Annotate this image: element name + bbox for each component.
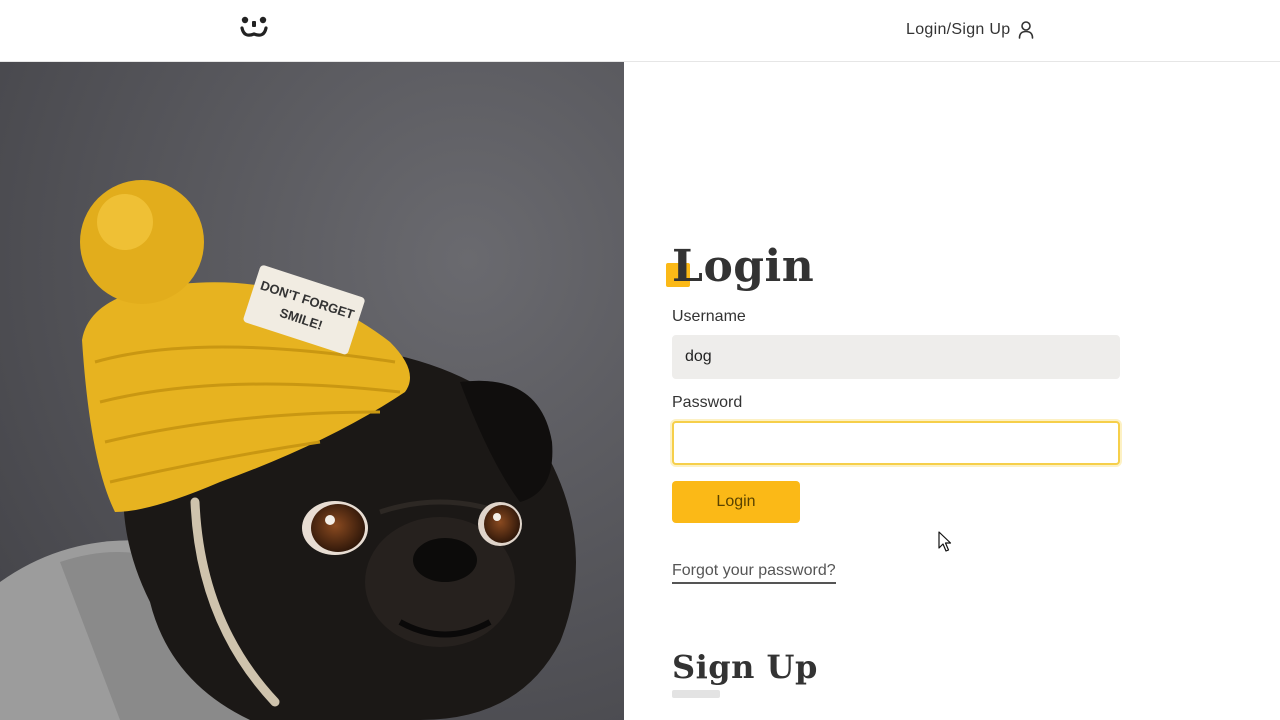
pug-wearing-yellow-beanie-photo: DON'T FORGET SMILE!: [0, 62, 624, 720]
signup-title: Sign Up: [672, 648, 818, 686]
user-icon: [1018, 21, 1034, 39]
password-label: Password: [672, 394, 743, 411]
username-input[interactable]: [672, 335, 1120, 379]
forgot-password-link[interactable]: Forgot your password?: [672, 561, 836, 584]
login-button[interactable]: Login: [672, 481, 800, 523]
smiling-face-logo-icon[interactable]: [240, 16, 268, 40]
login-title: Login: [672, 241, 815, 292]
login-signup-label: Login/Sign Up: [906, 21, 1011, 38]
login-signup-link[interactable]: Login/Sign Up: [906, 18, 1034, 42]
password-input[interactable]: [672, 421, 1120, 465]
username-label: Username: [672, 308, 746, 325]
signup-accent-bar: [672, 690, 720, 698]
login-panel: [624, 62, 1280, 720]
top-navbar: Login/Sign Up: [0, 0, 1280, 62]
